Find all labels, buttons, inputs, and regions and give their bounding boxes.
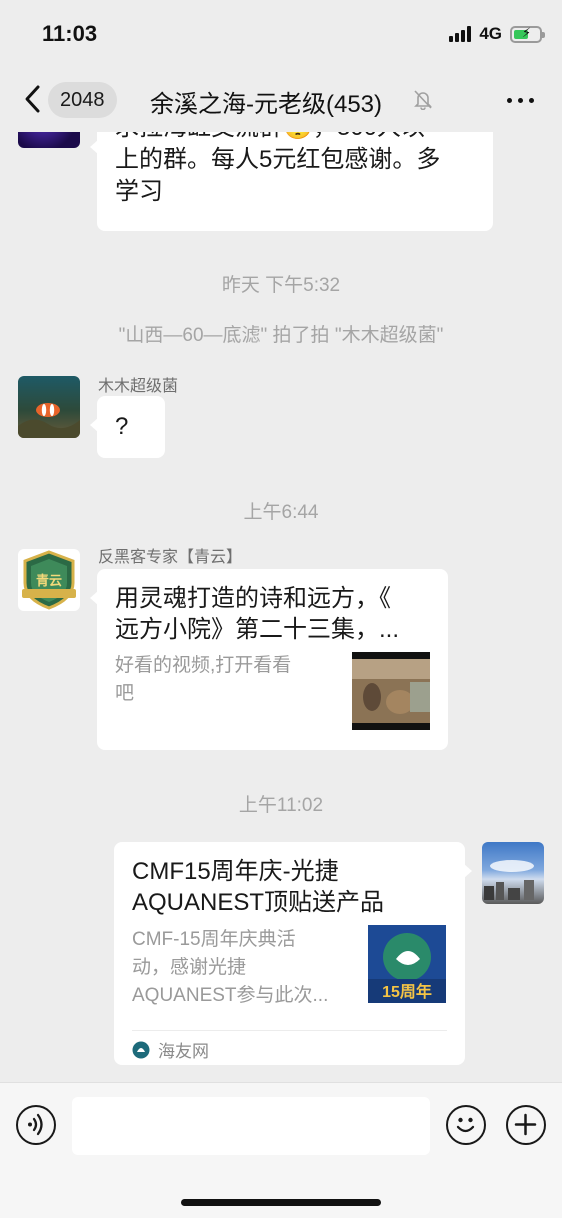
avatar[interactable] [18, 132, 80, 148]
message-bubble[interactable]: 求拉海缸交流群🥺，300人以 上的群。每人5元红包感谢。多 学习 [90, 132, 493, 231]
signal-icon [449, 26, 472, 42]
chat-title: 余溪之海-元老级(453) [150, 91, 383, 118]
avatar[interactable]: 青云 [18, 549, 80, 611]
message-list[interactable]: 求拉海缸交流群🥺，300人以 上的群。每人5元红包感谢。多 学习 昨天 下午5:… [0, 132, 562, 1082]
input-bar [0, 1082, 562, 1218]
emoji-icon[interactable] [446, 1105, 486, 1145]
message-text: 求拉海缸交流群🥺，300人以 [115, 132, 475, 144]
haiyou-logo-icon [132, 1041, 150, 1058]
card-description: CMF-15周年庆典活 [132, 929, 296, 950]
card-source-name: 海友网 [158, 1042, 209, 1061]
chat-screen: 11:03 4G ⚡ 2048 余溪之海-元老级(453) 求拉海缸交流群 [0, 0, 562, 1218]
voice-icon[interactable] [16, 1105, 56, 1145]
link-card[interactable]: CMF15周年庆-光捷 AQUANEST顶贴送产品 CMF-15周年庆典活 动，… [114, 842, 472, 1065]
plus-icon[interactable] [506, 1105, 546, 1145]
link-card[interactable]: 用灵魂打造的诗和远方，《 远方小院》第二十三集，... 好看的视频,打开看看 吧 [90, 569, 448, 750]
message-text: 学习 [115, 178, 163, 205]
network-label: 4G [479, 24, 502, 43]
timestamp: 上午11:02 [238, 795, 324, 816]
message-bubble[interactable]: ? [90, 396, 165, 458]
sender-name: 反黑客专家【青云】 [98, 549, 243, 566]
nav-bar: 2048 余溪之海-元老级(453) [0, 68, 562, 132]
avatar[interactable] [18, 376, 80, 438]
status-indicators: 4G ⚡ [449, 24, 545, 44]
timestamp: 上午6:44 [243, 502, 319, 523]
battery-icon: ⚡ [510, 25, 545, 43]
card-title: CMF15周年庆-光捷 [132, 858, 339, 885]
avatar-label: 青云 [36, 573, 62, 589]
card-title: 远方小院》第二十三集，... [115, 616, 400, 643]
video-thumbnail [352, 652, 430, 730]
article-thumbnail: 15周年 [368, 925, 446, 1003]
card-source: 海友网 [132, 1037, 209, 1062]
card-description: AQUANEST参与此次... [132, 985, 329, 1006]
status-time: 11:03 [42, 21, 98, 46]
card-description: 吧 [115, 683, 135, 704]
avatar[interactable] [482, 842, 544, 904]
back-icon[interactable] [22, 84, 44, 114]
sender-name: 木木超级菌 [98, 378, 179, 395]
card-title: 用灵魂打造的诗和远方，《 [115, 585, 391, 612]
timestamp: 昨天 下午5:32 [221, 275, 341, 296]
message-text: 上的群。每人5元红包感谢。多 [115, 146, 441, 173]
more-icon[interactable] [507, 98, 534, 103]
message-input[interactable] [72, 1097, 430, 1155]
card-description: 好看的视频,打开看看 [115, 655, 292, 676]
unread-count-badge[interactable]: 2048 [48, 82, 117, 118]
message-text: ? [115, 413, 129, 440]
card-description: 动，感谢光捷 [132, 957, 247, 978]
card-title: AQUANEST顶贴送产品 [132, 889, 385, 916]
mute-icon [414, 90, 432, 110]
thumbnail-caption: 15周年 [382, 984, 432, 1001]
status-bar: 11:03 4G ⚡ [0, 0, 562, 68]
home-indicator[interactable] [181, 1199, 381, 1206]
system-notice: "山西—60—底滤" 拍了拍 "木木超级菌" [118, 325, 444, 346]
